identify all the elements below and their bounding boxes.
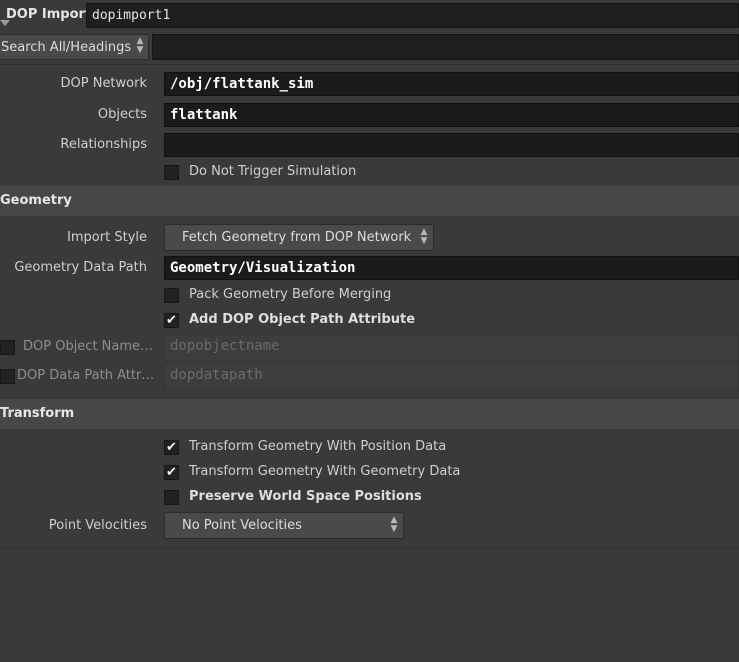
pack-geometry-checkbox[interactable] bbox=[164, 288, 179, 303]
import-style-dropdown[interactable]: Fetch Geometry from DOP Network bbox=[164, 224, 434, 251]
dop-data-path-attr-label: DOP Data Path Attr… bbox=[17, 368, 155, 383]
search-input[interactable] bbox=[152, 34, 739, 60]
dop-object-name-label: DOP Object Name… bbox=[23, 339, 154, 354]
do-not-trigger-checkbox[interactable] bbox=[164, 165, 179, 180]
dop-object-name-field: dopobjectname bbox=[164, 334, 739, 361]
add-path-label: Add DOP Object Path Attribute bbox=[189, 312, 416, 327]
node-type-label: DOP Import bbox=[6, 7, 92, 22]
check-icon: ✔ bbox=[166, 440, 177, 455]
updown-arrows-icon: ▲ ▼ bbox=[390, 515, 398, 534]
import-style-label: Import Style bbox=[67, 230, 147, 245]
dop-network-field[interactable]: /obj/flattank_sim bbox=[164, 72, 739, 96]
point-velocities-label: Point Velocities bbox=[48, 518, 147, 533]
check-icon: ✔ bbox=[166, 465, 177, 480]
objects-field[interactable]: flattank bbox=[164, 103, 739, 127]
geometry-data-path-field[interactable]: Geometry/Visualization bbox=[164, 256, 739, 280]
divider bbox=[0, 548, 739, 549]
check-icon: ✔ bbox=[166, 313, 177, 328]
objects-label: Objects bbox=[97, 107, 147, 122]
section-transform[interactable]: Transform bbox=[0, 399, 739, 429]
divider bbox=[0, 64, 739, 65]
transform-with-position-label: Transform Geometry With Position Data bbox=[189, 439, 447, 454]
geometry-data-path-label: Geometry Data Path bbox=[14, 260, 147, 275]
section-geometry[interactable]: Geometry bbox=[0, 186, 739, 216]
dop-data-path-attr-toggle-checkbox[interactable] bbox=[0, 369, 15, 384]
relationships-field[interactable] bbox=[164, 133, 739, 157]
point-velocities-dropdown[interactable]: No Point Velocities bbox=[164, 512, 404, 539]
relationships-label: Relationships bbox=[60, 137, 147, 152]
updown-arrows-icon: ▲ ▼ bbox=[136, 36, 144, 55]
pack-geometry-label: Pack Geometry Before Merging bbox=[189, 287, 392, 302]
transform-with-geometry-checkbox[interactable]: ✔ bbox=[164, 465, 179, 480]
transform-with-geometry-label: Transform Geometry With Geometry Data bbox=[189, 464, 461, 479]
search-mode-dropdown[interactable]: Search All/Headings bbox=[0, 34, 149, 60]
dop-data-path-attr-field: dopdatapath bbox=[164, 363, 739, 390]
expand-arrow-icon[interactable] bbox=[0, 20, 10, 26]
preserve-world-label: Preserve World Space Positions bbox=[189, 489, 422, 504]
node-name-field[interactable]: dopimport1 bbox=[86, 3, 739, 28]
dop-object-name-toggle-checkbox[interactable] bbox=[0, 340, 15, 355]
transform-with-position-checkbox[interactable]: ✔ bbox=[164, 440, 179, 455]
do-not-trigger-label: Do Not Trigger Simulation bbox=[189, 164, 357, 179]
add-path-checkbox[interactable]: ✔ bbox=[164, 313, 179, 328]
updown-arrows-icon: ▲ ▼ bbox=[420, 227, 428, 246]
preserve-world-checkbox[interactable] bbox=[164, 490, 179, 505]
dop-network-label: DOP Network bbox=[60, 76, 148, 91]
